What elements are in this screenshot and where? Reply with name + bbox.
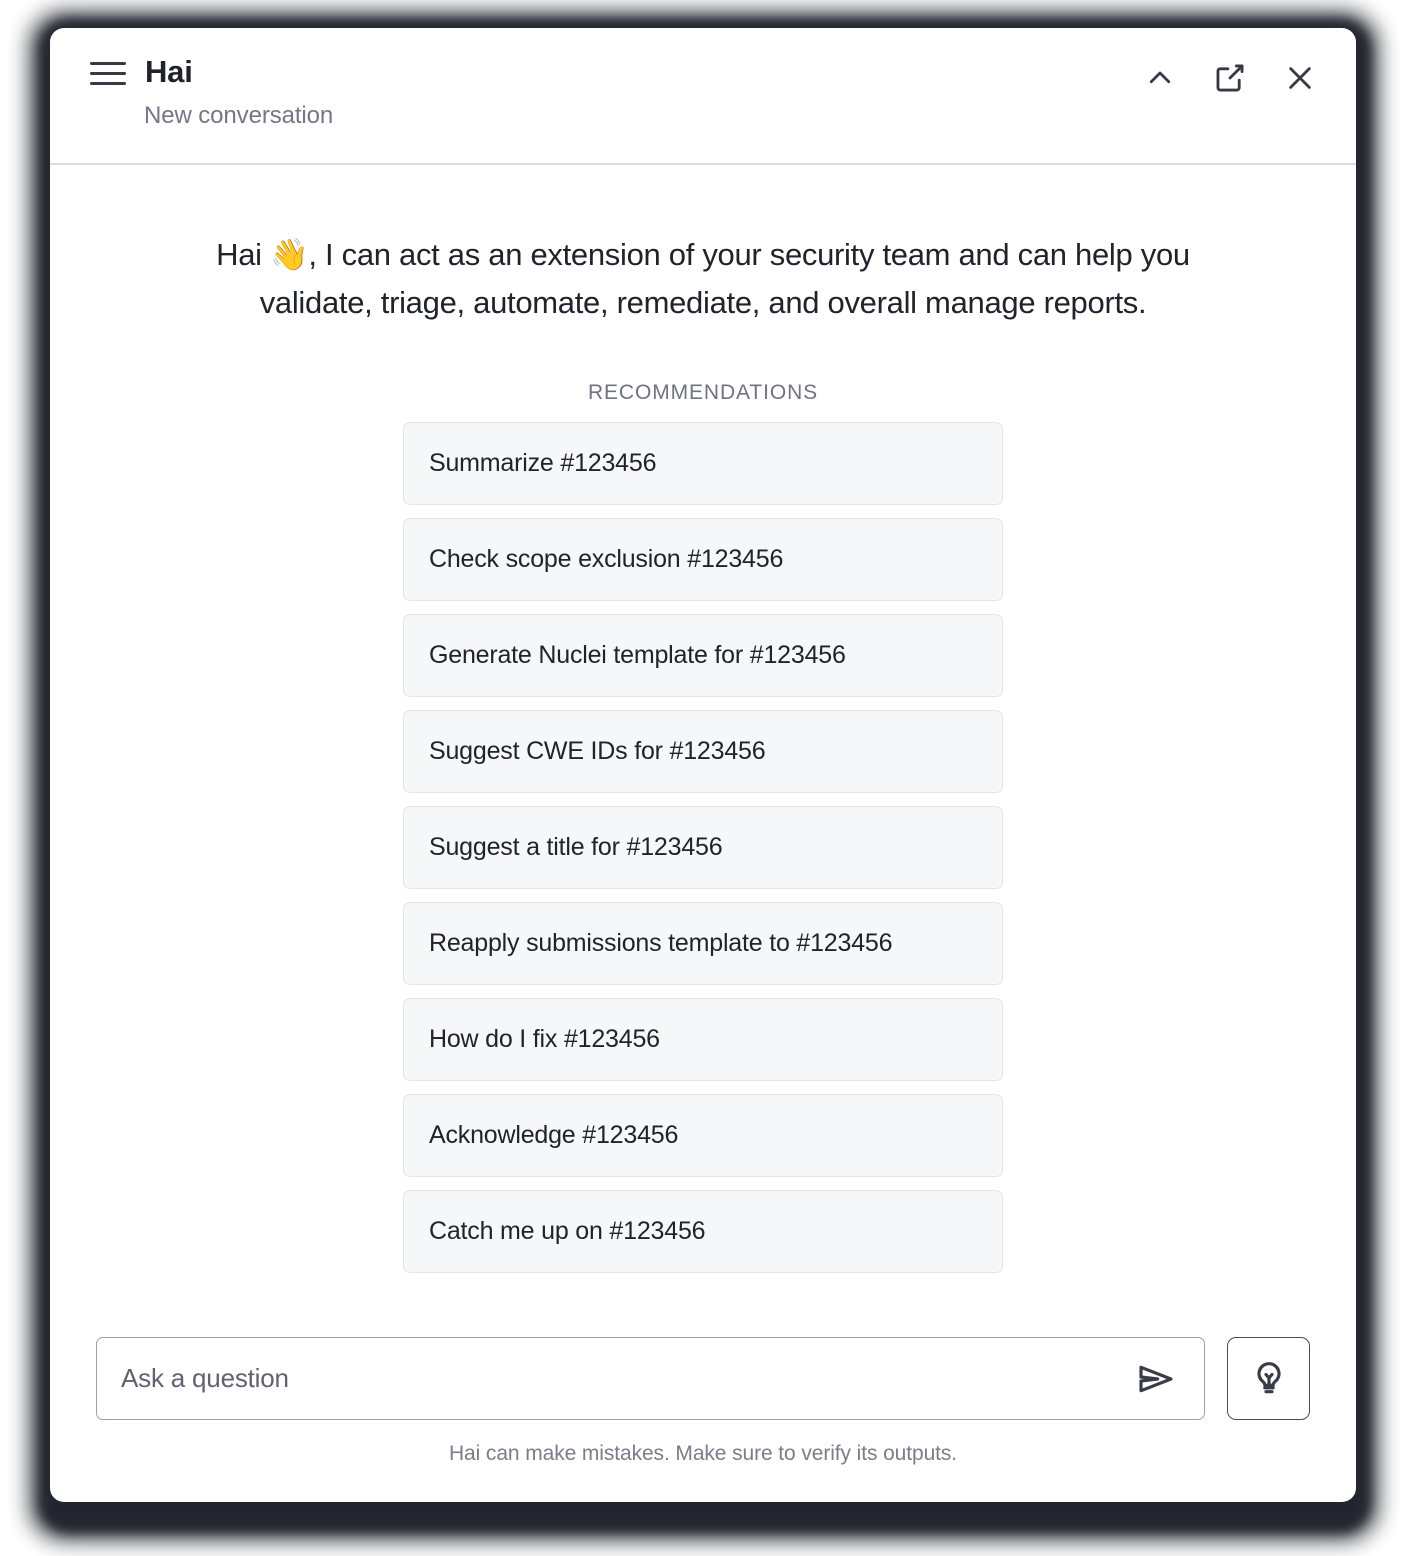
lightbulb-icon[interactable] bbox=[1227, 1337, 1310, 1420]
hamburger-bar bbox=[90, 72, 126, 75]
question-input-box[interactable] bbox=[96, 1337, 1205, 1420]
recommendation-item[interactable]: Acknowledge #123456 bbox=[403, 1094, 1003, 1178]
recommendation-item[interactable]: Suggest CWE IDs for #123456 bbox=[403, 710, 1003, 794]
conversation-subtitle: New conversation bbox=[144, 102, 334, 129]
composer bbox=[96, 1337, 1310, 1420]
recommendations-label: RECOMMENDATIONS bbox=[587, 381, 819, 405]
recommendation-item[interactable]: How do I fix #123456 bbox=[403, 998, 1003, 1082]
open-in-new-icon[interactable] bbox=[1208, 56, 1252, 100]
recommendation-item[interactable]: Summarize #123456 bbox=[403, 422, 1003, 506]
recommendation-item[interactable]: Check scope exclusion #123456 bbox=[403, 518, 1003, 602]
send-arrow-icon[interactable] bbox=[1130, 1355, 1182, 1403]
conversation-body: Hai 👋, I can act as an extension of your… bbox=[50, 165, 1356, 1337]
greeting-text: Hai 👋, I can act as an extension of your… bbox=[216, 237, 1190, 321]
disclaimer-text: Hai can make mistakes. Make sure to veri… bbox=[448, 1442, 958, 1465]
hamburger-menu-icon[interactable] bbox=[86, 58, 130, 96]
recommendations-list: Summarize #123456 Check scope exclusion … bbox=[403, 422, 1003, 1274]
hamburger-bar bbox=[90, 62, 126, 65]
hamburger-bar bbox=[90, 82, 126, 85]
composer-block: Hai can make mistakes. Make sure to veri… bbox=[50, 1337, 1356, 1502]
page-title: Hai bbox=[145, 54, 193, 89]
window-header: Hai New conversation bbox=[50, 28, 1356, 165]
recommendation-item[interactable]: Reapply submissions template to #123456 bbox=[403, 902, 1003, 986]
hai-chat-window: Hai New conversation Hai 👋, I can act as… bbox=[50, 28, 1356, 1502]
chevron-up-icon[interactable] bbox=[1138, 56, 1182, 100]
header-actions bbox=[1138, 56, 1322, 100]
close-icon[interactable] bbox=[1278, 56, 1322, 100]
recommendation-item[interactable]: Generate Nuclei template for #123456 bbox=[403, 614, 1003, 698]
composer-wrap bbox=[50, 1337, 1356, 1420]
screenshot-stage: Hai New conversation Hai 👋, I can act as… bbox=[0, 0, 1406, 1556]
question-input[interactable] bbox=[119, 1362, 1130, 1395]
recommendation-item[interactable]: Catch me up on #123456 bbox=[403, 1190, 1003, 1274]
recommendation-item[interactable]: Suggest a title for #123456 bbox=[403, 806, 1003, 890]
